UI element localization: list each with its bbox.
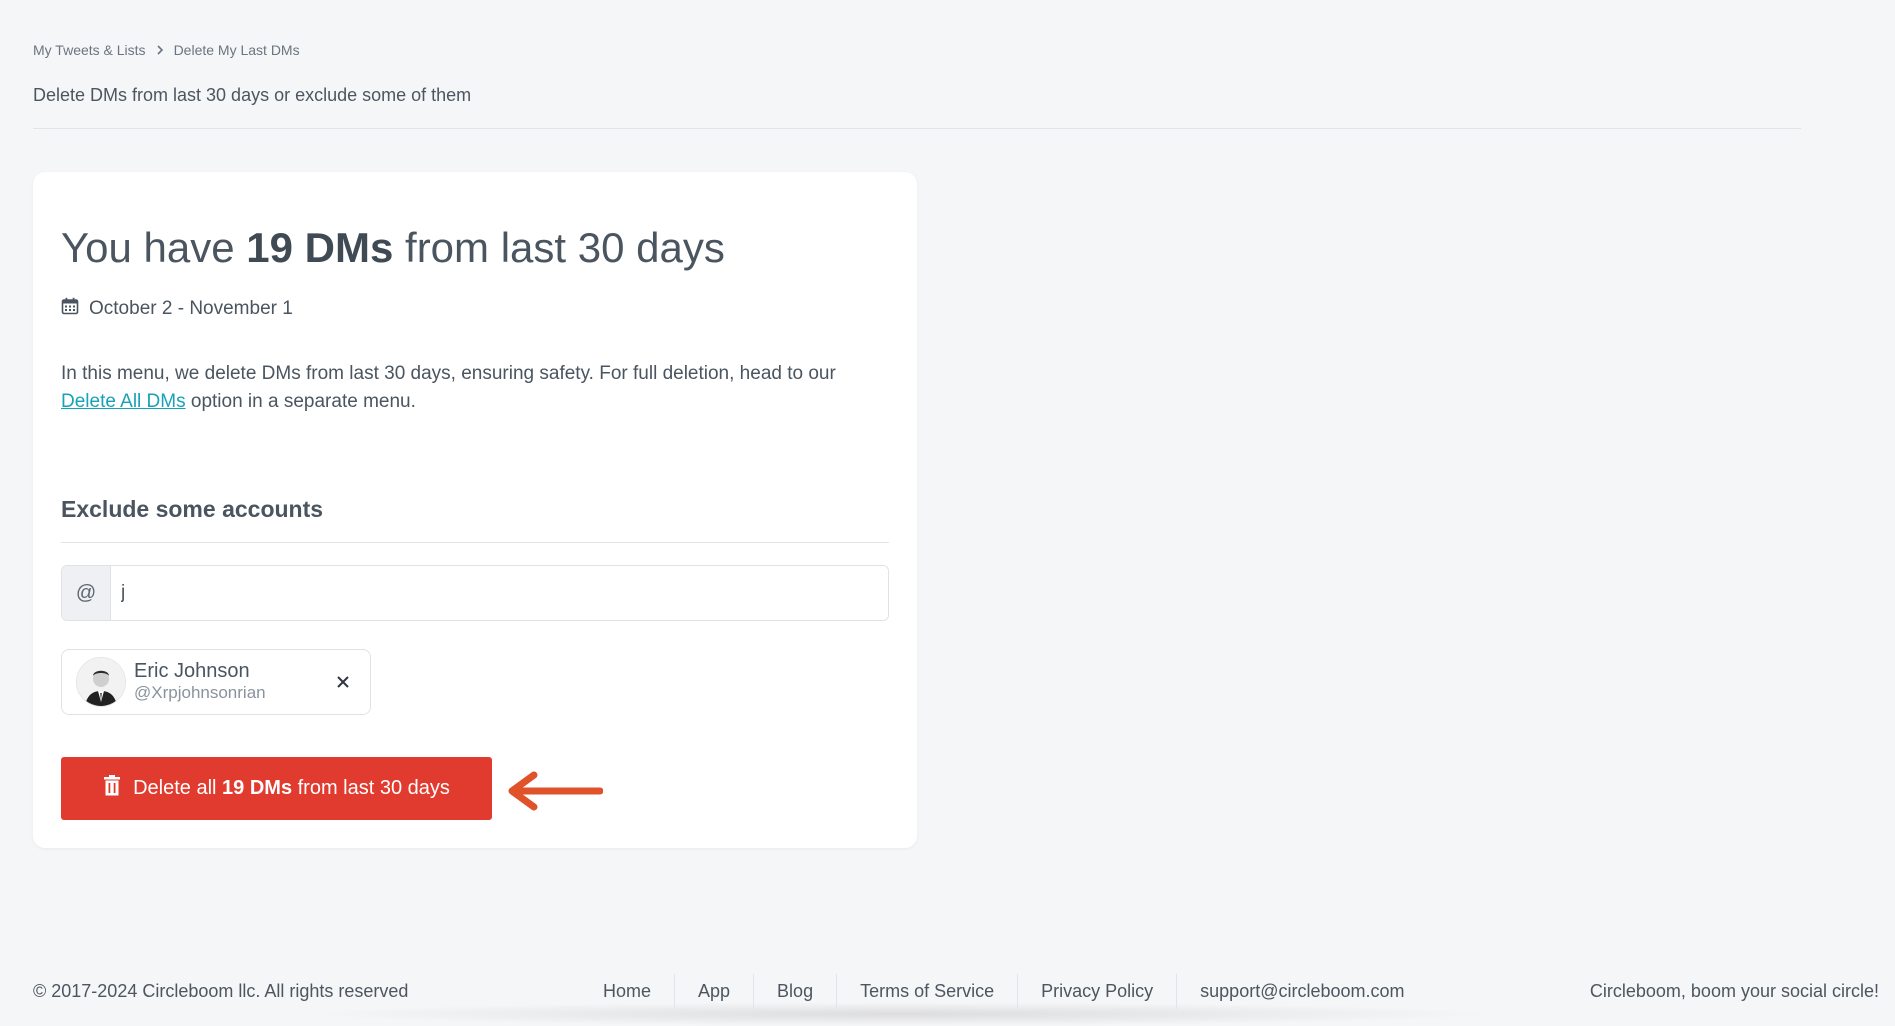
- description-text-end: option in a separate menu.: [185, 391, 416, 412]
- delete-button-prefix: Delete all: [133, 777, 223, 799]
- section-divider: [61, 542, 889, 543]
- footer-link-app[interactable]: App: [674, 974, 753, 1009]
- excluded-user-handle: @Xrpjohnsonrian: [134, 683, 266, 702]
- date-range: October 2 - November 1: [61, 297, 293, 321]
- page-subtitle: Delete DMs from last 30 days or exclude …: [33, 85, 472, 105]
- excluded-user-chip: Eric Johnson @Xrpjohnsonrian: [61, 649, 371, 715]
- date-range-text: October 2 - November 1: [89, 298, 293, 319]
- exclude-account-input[interactable]: [111, 566, 888, 620]
- headline-suffix: from last 30 days: [393, 224, 725, 271]
- exclude-section-title: Exclude some accounts: [61, 496, 324, 522]
- exclude-account-input-group: @: [61, 565, 889, 621]
- remove-user-button[interactable]: [330, 669, 356, 695]
- delete-all-dms-link[interactable]: Delete All DMs: [61, 391, 186, 412]
- delete-all-dms-button[interactable]: Delete all 19 DMs from last 30 days: [61, 757, 492, 820]
- footer-links: Home App Blog Terms of Service Privacy P…: [580, 974, 1428, 1009]
- footer-tagline: Circleboom, boom your social circle!: [1589, 981, 1879, 1001]
- headline-count: 19 DMs: [246, 224, 394, 271]
- footer: © 2017-2024 Circleboom llc. All rights r…: [0, 968, 1895, 1026]
- footer-link-support-email[interactable]: support@circleboom.com: [1176, 974, 1427, 1009]
- breadcrumb: My Tweets & Lists Delete My Last DMs: [33, 42, 300, 58]
- footer-link-home[interactable]: Home: [580, 974, 674, 1009]
- copyright: © 2017-2024 Circleboom llc. All rights r…: [33, 981, 409, 1001]
- arrow-left-icon: [508, 771, 604, 816]
- close-icon: [337, 676, 349, 688]
- delete-button-label: Delete all 19 DMs from last 30 days: [133, 777, 450, 800]
- trash-icon: [103, 774, 121, 803]
- excluded-user-name: Eric Johnson: [134, 660, 250, 682]
- at-sign-prefix: @: [62, 566, 111, 620]
- footer-link-blog[interactable]: Blog: [753, 974, 836, 1009]
- description: In this menu, we delete DMs from last 30…: [61, 360, 901, 416]
- breadcrumb-current: Delete My Last DMs: [173, 42, 300, 58]
- description-text: In this menu, we delete DMs from last 30…: [61, 363, 836, 384]
- delete-button-suffix: from last 30 days: [292, 777, 450, 799]
- breadcrumb-parent-link[interactable]: My Tweets & Lists: [33, 42, 146, 58]
- delete-button-count: 19 DMs: [222, 777, 293, 799]
- headline-prefix: You have: [61, 224, 247, 271]
- delete-dms-card: You have 19 DMs from last 30 days Octobe…: [33, 172, 917, 848]
- footer-link-privacy[interactable]: Privacy Policy: [1017, 974, 1176, 1009]
- footer-link-terms[interactable]: Terms of Service: [836, 974, 1017, 1009]
- avatar: [76, 657, 126, 707]
- chevron-right-icon: [154, 44, 166, 56]
- header-divider: [33, 128, 1801, 129]
- page-title: You have 19 DMs from last 30 days: [61, 224, 725, 272]
- excluded-user-info: Eric Johnson @Xrpjohnsonrian: [134, 660, 266, 704]
- calendar-icon: [61, 297, 79, 321]
